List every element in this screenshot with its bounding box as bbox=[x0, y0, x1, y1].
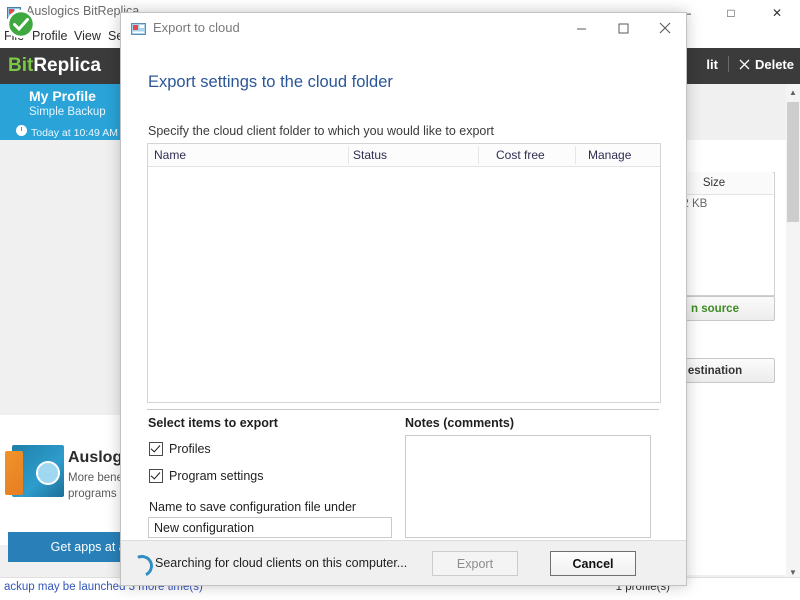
notes-textarea[interactable] bbox=[405, 435, 651, 538]
column-divider bbox=[575, 146, 576, 164]
app-close-button[interactable]: ✕ bbox=[754, 0, 800, 26]
footer-status-text: Searching for cloud clients on this comp… bbox=[155, 556, 408, 570]
toolbar-separator bbox=[727, 56, 729, 72]
cloud-table-header-row: Name Status Cost free Manage bbox=[148, 144, 660, 167]
app-toolbar: lit Delete bbox=[706, 56, 794, 72]
dialog-minimize-button[interactable] bbox=[560, 13, 602, 43]
dialog-subheading: Specify the cloud client folder to which… bbox=[148, 124, 495, 138]
scroll-up-arrow-icon[interactable]: ▲ bbox=[786, 84, 800, 100]
notes-label: Notes (comments) bbox=[405, 416, 515, 430]
dialog-title: Export to cloud bbox=[153, 20, 240, 35]
dialog-titlebar: Export to cloud bbox=[121, 13, 686, 45]
checkbox-profiles[interactable] bbox=[149, 442, 163, 456]
column-divider bbox=[478, 146, 479, 164]
cancel-button[interactable]: Cancel bbox=[550, 551, 636, 576]
menu-item-profile[interactable]: Profile bbox=[32, 29, 67, 43]
scrollbar-thumb[interactable] bbox=[787, 102, 799, 222]
column-header-manage[interactable]: Manage bbox=[588, 148, 631, 162]
app-vertical-scrollbar[interactable]: ▲ ▼ bbox=[786, 84, 800, 580]
toolbar-edit-button[interactable]: lit bbox=[706, 57, 718, 72]
toolbar-edit-label: lit bbox=[706, 56, 718, 72]
dialog-maximize-button[interactable] bbox=[602, 13, 644, 43]
brand-logo-replica: Replica bbox=[33, 55, 101, 76]
checkbox-row-program-settings[interactable]: Program settings bbox=[149, 469, 263, 483]
check-circle-icon bbox=[6, 9, 36, 39]
select-items-label: Select items to export bbox=[148, 416, 278, 430]
config-name-input[interactable] bbox=[148, 517, 392, 538]
section-divider bbox=[147, 409, 659, 410]
checkbox-program-settings[interactable] bbox=[149, 469, 163, 483]
export-cloud-icon bbox=[131, 22, 146, 36]
screen-root: Auslogics BitReplica — □ ✕ File Profile … bbox=[0, 0, 800, 600]
promo-title: Auslog bbox=[68, 449, 123, 466]
column-divider bbox=[348, 146, 349, 164]
checkbox-row-profiles[interactable]: Profiles bbox=[149, 442, 211, 456]
toolbar-delete-button[interactable]: Delete bbox=[739, 57, 794, 72]
profile-last-run: Today at 10:49 AM bbox=[31, 127, 118, 139]
product-box-icon bbox=[5, 445, 64, 497]
close-x-icon bbox=[739, 59, 750, 70]
column-header-cost-free[interactable]: Cost free bbox=[496, 148, 545, 162]
loading-spinner-icon bbox=[127, 551, 157, 581]
dialog-footer: Searching for cloud clients on this comp… bbox=[121, 540, 686, 585]
checkbox-program-settings-label: Program settings bbox=[169, 469, 264, 483]
profile-name: My Profile bbox=[29, 88, 96, 104]
config-name-label: Name to save configuration file under bbox=[149, 500, 357, 514]
brand-logo-bit: Bit bbox=[8, 55, 34, 76]
clock-icon bbox=[16, 125, 27, 136]
export-button[interactable]: Export bbox=[432, 551, 518, 576]
brand-logo: BitReplica bbox=[8, 55, 101, 77]
checkbox-profiles-label: Profiles bbox=[169, 442, 211, 456]
profile-type: Simple Backup bbox=[29, 106, 106, 118]
app-maximize-button[interactable]: □ bbox=[708, 0, 754, 26]
export-to-cloud-dialog: Export to cloud Export settings to the c… bbox=[120, 12, 687, 586]
cloud-clients-table[interactable]: Name Status Cost free Manage bbox=[147, 143, 661, 403]
menu-item-view[interactable]: View bbox=[74, 29, 101, 43]
column-header-status[interactable]: Status bbox=[353, 148, 387, 162]
column-header-name[interactable]: Name bbox=[154, 148, 186, 162]
toolbar-delete-label: Delete bbox=[754, 56, 794, 72]
dialog-close-button[interactable] bbox=[644, 13, 686, 43]
dialog-heading: Export settings to the cloud folder bbox=[148, 73, 393, 91]
